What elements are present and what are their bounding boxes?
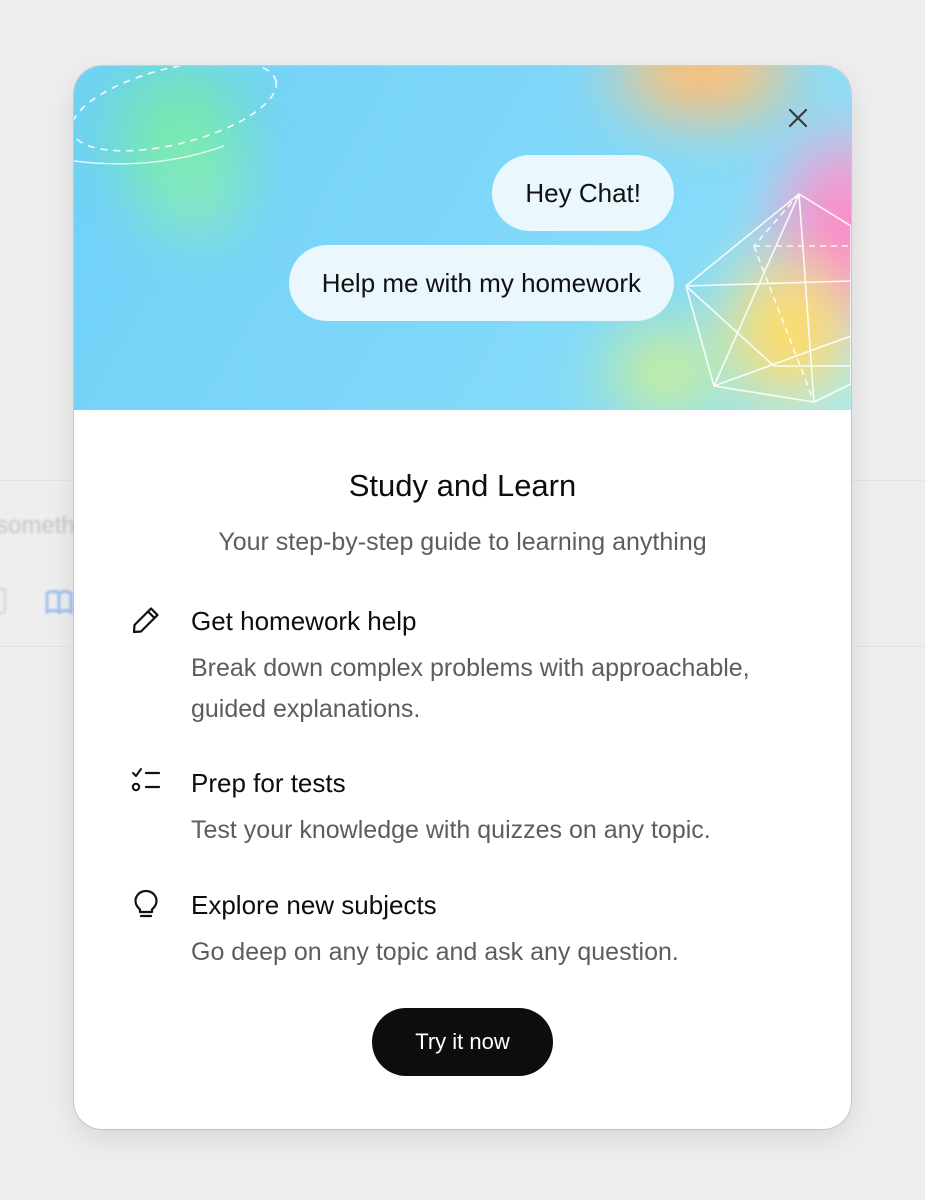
- try-it-now-button[interactable]: Try it now: [372, 1008, 553, 1076]
- feature-description: Go deep on any topic and ask any questio…: [191, 938, 679, 966]
- hero-decoration: [74, 66, 851, 403]
- hero-banner: Hey Chat! Help me with my homework: [74, 66, 851, 410]
- chat-bubble: Help me with my homework: [288, 245, 674, 321]
- feature-description: Test your knowledge with quizzes on any …: [191, 816, 711, 844]
- lightbulb-icon: [134, 889, 158, 918]
- feature-title: Prep for tests: [191, 768, 346, 798]
- pencil-icon: [132, 607, 159, 634]
- book-icon: [45, 590, 73, 615]
- background-icon: [0, 588, 6, 614]
- study-and-learn-dialog: Hey Chat! Help me with my homework Study…: [74, 66, 851, 1129]
- dialog-title: Study and Learn: [348, 468, 577, 503]
- close-button[interactable]: [782, 102, 814, 134]
- close-icon: [788, 108, 808, 128]
- checklist-icon: [131, 768, 161, 792]
- feature-title: Get homework help: [191, 606, 417, 636]
- background-composer-placeholder: someth: [0, 512, 75, 539]
- chat-bubble: Hey Chat!: [492, 155, 674, 231]
- feature-description: Break down complex problems with approac…: [191, 654, 750, 723]
- dialog-subtitle: Your step-by-step guide to learning anyt…: [218, 528, 707, 556]
- feature-title: Explore new subjects: [191, 890, 437, 920]
